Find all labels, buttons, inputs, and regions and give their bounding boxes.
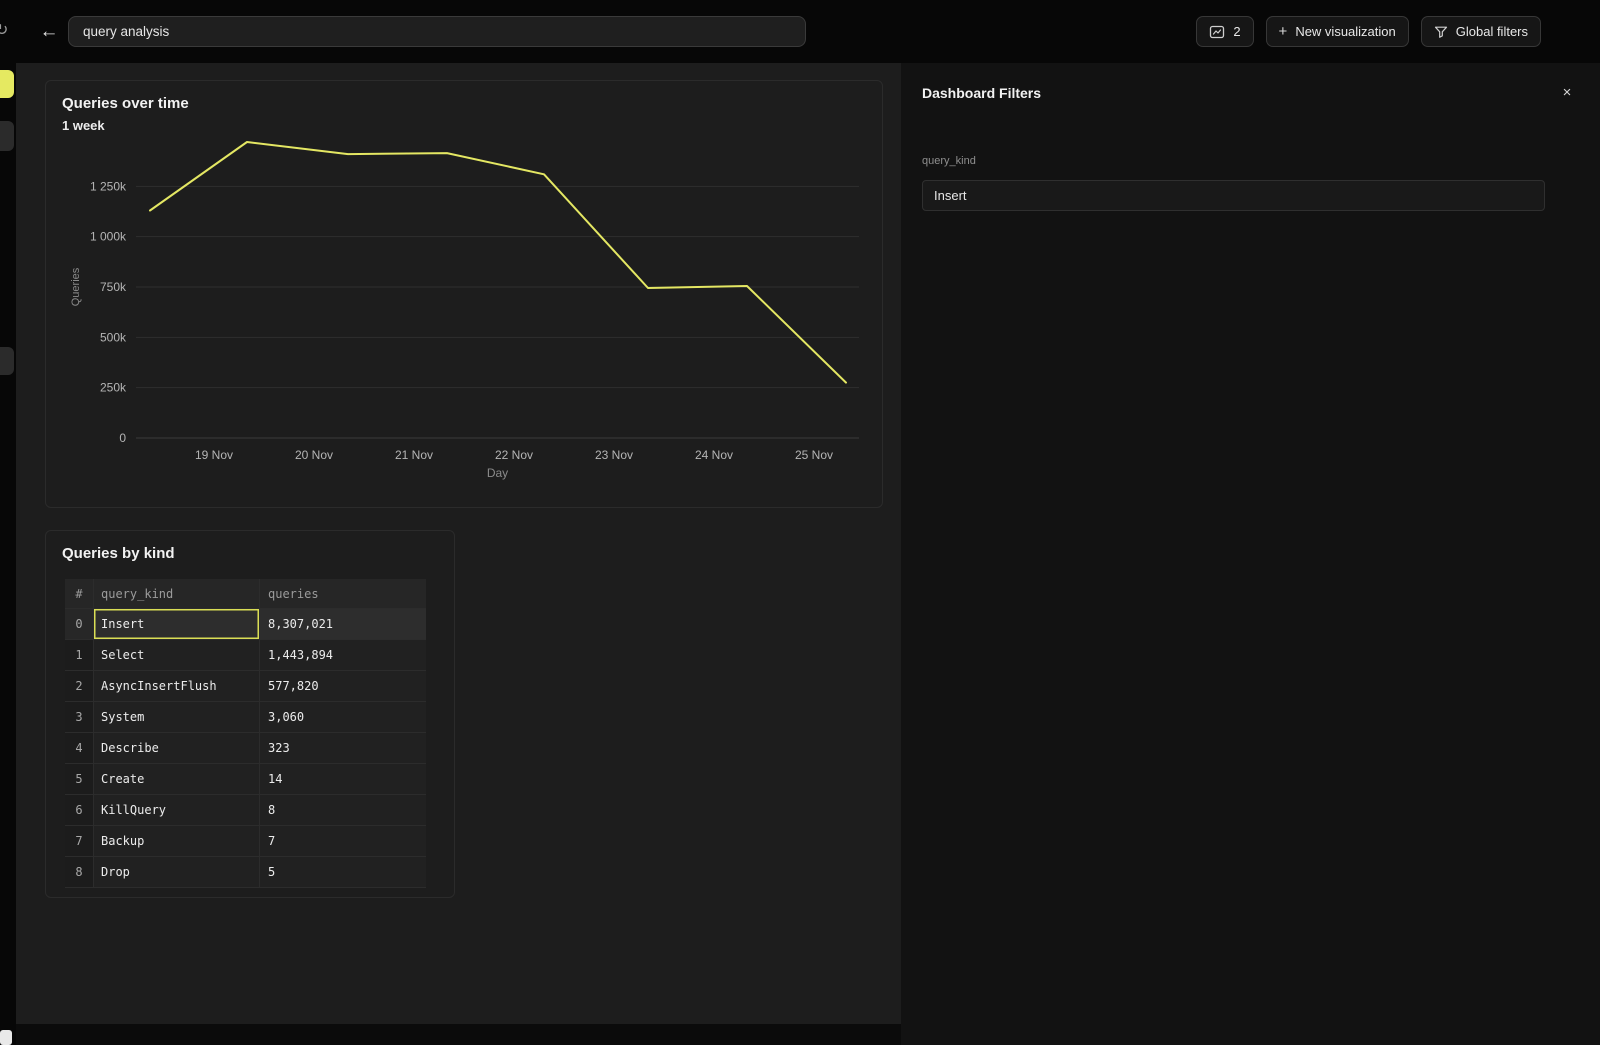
queries-cell[interactable]: 323 xyxy=(260,733,426,764)
row-index-cell[interactable]: 3 xyxy=(65,702,94,733)
column-header-index[interactable]: # xyxy=(65,579,94,609)
chart-frame-icon xyxy=(1209,24,1225,40)
filter-input[interactable] xyxy=(922,180,1545,211)
table-row[interactable]: 6KillQuery8 xyxy=(65,795,426,826)
y-tick-label: 250k xyxy=(100,381,127,395)
x-tick-label: 20 Nov xyxy=(295,448,333,462)
queries-cell[interactable]: 8 xyxy=(260,795,426,826)
table-row[interactable]: 8Drop5 xyxy=(65,857,426,888)
query-kind-cell[interactable]: AsyncInsertFlush xyxy=(94,671,260,702)
x-tick-label: 22 Nov xyxy=(495,448,533,462)
table-row[interactable]: 7Backup7 xyxy=(65,826,426,857)
refresh-icon[interactable]: ↻ xyxy=(0,20,8,40)
row-index-cell[interactable]: 1 xyxy=(65,640,94,671)
query-kind-cell[interactable]: System xyxy=(94,702,260,733)
series-line xyxy=(150,142,846,383)
visualization-count-button[interactable]: 2 xyxy=(1196,16,1253,47)
x-tick-label: 21 Nov xyxy=(395,448,433,462)
query-kind-cell[interactable]: Describe xyxy=(94,733,260,764)
topbar-actions: 2 + New visualization Global filters xyxy=(1196,16,1541,47)
x-tick-label: 23 Nov xyxy=(595,448,633,462)
row-index-cell[interactable]: 6 xyxy=(65,795,94,826)
query-kind-cell[interactable]: Insert xyxy=(94,609,260,640)
table-row[interactable]: 0Insert8,307,021 xyxy=(65,609,426,640)
queries-over-time-card: 0 250k 500k 750k 1 000k 1 250k 19 Nov 20 Nov 21 … xyxy=(45,80,883,508)
dashboard-title-input[interactable] xyxy=(68,16,806,47)
table-row[interactable]: 5Create14 xyxy=(65,764,426,795)
row-index-cell[interactable]: 7 xyxy=(65,826,94,857)
row-index-cell[interactable]: 8 xyxy=(65,857,94,888)
column-header-query_kind[interactable]: query_kind xyxy=(94,579,260,609)
row-index-cell[interactable]: 5 xyxy=(65,764,94,795)
queries-over-time-chart[interactable]: 0 250k 500k 750k 1 000k 1 250k 19 Nov 20 Nov 21 … xyxy=(46,81,884,509)
queries-table: #query_kindqueries0Insert8,307,0211Selec… xyxy=(65,579,426,888)
queries-cell[interactable]: 8,307,021 xyxy=(260,609,426,640)
x-tick-label: 24 Nov xyxy=(695,448,733,462)
global-filters-button[interactable]: Global filters xyxy=(1421,16,1541,47)
visualization-count: 2 xyxy=(1233,24,1240,39)
sidebar-active-indicator[interactable] xyxy=(0,70,14,98)
sidebar-item-pill-2[interactable] xyxy=(0,347,14,375)
row-index-cell[interactable]: 2 xyxy=(65,671,94,702)
table-header-row: #query_kindqueries xyxy=(65,579,426,609)
column-header-queries[interactable]: queries xyxy=(260,579,426,609)
new-visualization-button[interactable]: + New visualization xyxy=(1266,16,1409,47)
topbar: ↻ ← 2 + New visualization Global filte xyxy=(0,0,1600,63)
y-axis-label: Queries xyxy=(70,267,82,306)
query-kind-cell[interactable]: Backup xyxy=(94,826,260,857)
x-axis-label: Day xyxy=(487,466,508,480)
query-kind-cell[interactable]: Create xyxy=(94,764,260,795)
table-row[interactable]: 1Select1,443,894 xyxy=(65,640,426,671)
query-kind-cell[interactable]: Drop xyxy=(94,857,260,888)
y-tick-label: 1 250k xyxy=(90,179,127,193)
table-row[interactable]: 3System3,060 xyxy=(65,702,426,733)
query-kind-cell[interactable]: KillQuery xyxy=(94,795,260,826)
dashboard-filters-panel: Dashboard Filters × query_kind xyxy=(901,63,1600,1045)
sidebar-item-pill-1[interactable] xyxy=(0,121,14,151)
filter-field-label: query_kind xyxy=(922,155,976,167)
table-row[interactable]: 4Describe323 xyxy=(65,733,426,764)
close-icon: × xyxy=(1563,84,1572,101)
close-button[interactable]: × xyxy=(1556,81,1578,103)
panel-title: Dashboard Filters xyxy=(922,85,1041,101)
sidebar xyxy=(0,63,16,1045)
y-tick-label: 500k xyxy=(100,330,127,344)
queries-by-kind-card: Queries by kind #query_kindqueries0Inser… xyxy=(45,530,455,898)
x-tick-label: 19 Nov xyxy=(195,448,233,462)
global-filters-label: Global filters xyxy=(1456,24,1528,39)
sidebar-scrollbar-thumb[interactable] xyxy=(0,1030,12,1045)
queries-cell[interactable]: 1,443,894 xyxy=(260,640,426,671)
queries-cell[interactable]: 577,820 xyxy=(260,671,426,702)
x-tick-label: 25 Nov xyxy=(795,448,833,462)
y-tick-label: 750k xyxy=(100,280,127,294)
row-index-cell[interactable]: 0 xyxy=(65,609,94,640)
queries-cell[interactable]: 5 xyxy=(260,857,426,888)
queries-cell[interactable]: 7 xyxy=(260,826,426,857)
back-arrow-icon: ← xyxy=(40,21,59,43)
queries-cell[interactable]: 14 xyxy=(260,764,426,795)
y-tick-label: 1 000k xyxy=(90,230,127,244)
funnel-icon xyxy=(1434,25,1448,39)
plus-icon: + xyxy=(1279,24,1288,39)
chart-title: Queries over time xyxy=(62,95,189,112)
back-button[interactable]: ← xyxy=(36,16,62,47)
table-row[interactable]: 2AsyncInsertFlush577,820 xyxy=(65,671,426,702)
new-visualization-label: New visualization xyxy=(1295,24,1395,39)
row-index-cell[interactable]: 4 xyxy=(65,733,94,764)
y-tick-label: 0 xyxy=(119,431,126,445)
content-bottom-bar xyxy=(16,1024,901,1045)
dashboard-canvas: 0250k500k750k1 000k1 250k19 Nov20 Nov21 … xyxy=(16,63,901,1024)
query-kind-cell[interactable]: Select xyxy=(94,640,260,671)
queries-cell[interactable]: 3,060 xyxy=(260,702,426,733)
chart-subtitle: 1 week xyxy=(62,118,105,133)
table-title: Queries by kind xyxy=(62,545,175,562)
